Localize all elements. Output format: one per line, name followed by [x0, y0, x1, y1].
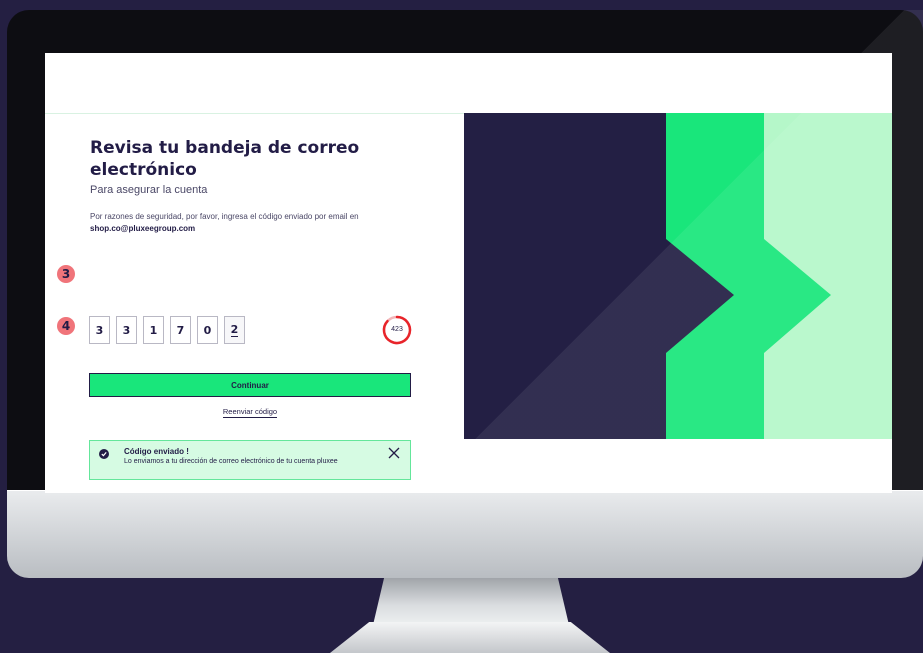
page-subtitle: Para asegurar la cuenta	[90, 184, 208, 196]
resend-row: Reenviar código	[45, 407, 455, 418]
countdown-value: 423	[391, 326, 403, 333]
monitor-stand-neck	[373, 575, 569, 625]
toast-message: Lo enviamos a tu dirección de correo ele…	[124, 458, 338, 465]
top-bar	[45, 53, 892, 114]
verification-panel: Revisa tu bandeja de correo electrónico …	[45, 113, 465, 493]
arrow-graphic	[666, 113, 892, 439]
step-badge-3: 3	[57, 265, 75, 283]
code-digit-1[interactable]: 3	[89, 316, 110, 344]
code-digit-2[interactable]: 3	[116, 316, 137, 344]
code-digit-5[interactable]: 0	[197, 316, 218, 344]
step-badge-4: 4	[57, 317, 75, 335]
security-note-text: Por razones de seguridad, por favor, ing…	[90, 212, 359, 221]
screen: Revisa tu bandeja de correo electrónico …	[45, 53, 892, 493]
security-note-email: shop.co@pluxeegroup.com	[90, 224, 196, 233]
code-digit-4[interactable]: 7	[170, 316, 191, 344]
code-digit-6-value: 2	[230, 323, 239, 337]
code-digit-6[interactable]: 2	[224, 316, 245, 344]
continue-button[interactable]: Continuar	[89, 373, 411, 397]
page-title: Revisa tu bandeja de correo electrónico	[90, 138, 360, 180]
brand-illustration	[464, 113, 892, 439]
close-icon[interactable]	[387, 446, 401, 460]
code-input-group: 3 3 1 7 0 2	[89, 316, 245, 344]
countdown-timer: 423	[381, 314, 413, 346]
monitor-stand-base	[330, 622, 610, 653]
monitor-chin	[7, 490, 923, 578]
security-note: Por razones de seguridad, por favor, ing…	[90, 211, 420, 235]
success-toast: Código enviado ! Lo enviamos a tu direcc…	[89, 440, 411, 480]
check-circle-icon	[99, 449, 109, 459]
toast-title: Código enviado !	[124, 447, 189, 456]
code-digit-3[interactable]: 1	[143, 316, 164, 344]
resend-code-link[interactable]: Reenviar código	[222, 407, 278, 418]
